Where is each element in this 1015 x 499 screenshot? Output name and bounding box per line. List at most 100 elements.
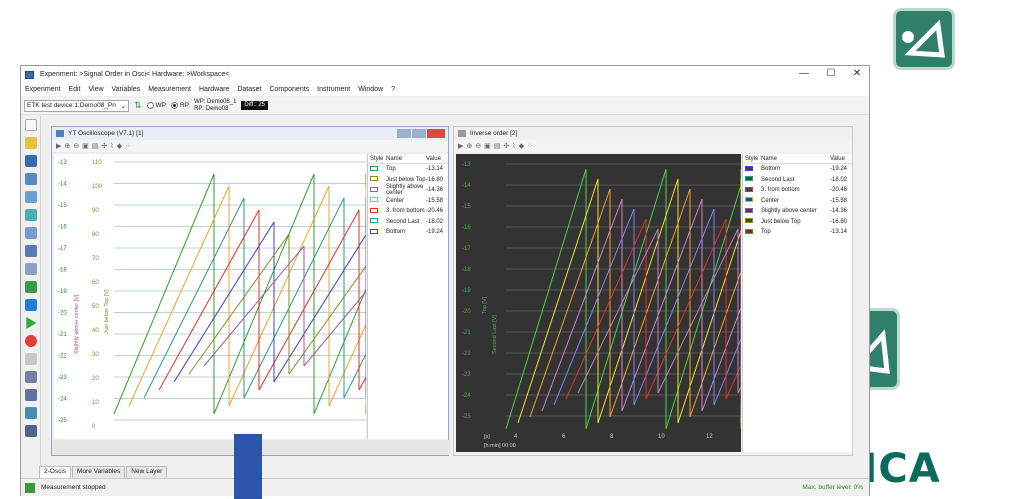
legend-name: Bottom — [386, 229, 406, 236]
tab-new-layer[interactable]: New Layer — [126, 466, 168, 478]
menu-instrument[interactable]: Instrument — [317, 86, 350, 93]
y-tick-label: 100 — [92, 184, 103, 190]
osci1-maximize-button[interactable] — [412, 129, 426, 138]
zoom-in-icon[interactable]: ⊕ — [466, 142, 472, 150]
menu-help[interactable]: ? — [391, 86, 395, 93]
osci2-toolbar: ▶ ⊕ ⊖ ▣ ▤ ✣ ⌇ ◆ ⁘ — [454, 140, 852, 152]
grid-icon[interactable]: ⁘ — [125, 142, 131, 150]
x-tick-label: 8 — [610, 434, 614, 440]
arrow-icon[interactable] — [24, 281, 37, 293]
save-icon[interactable]: ▤ — [92, 142, 99, 150]
close-button[interactable]: ✕ — [850, 68, 864, 79]
menu-experiment[interactable]: Experiment — [25, 86, 60, 93]
chart-icon[interactable]: ⌇ — [110, 142, 113, 150]
legend-name-header: Name — [761, 155, 778, 162]
legend-header: Style Name Value — [743, 154, 852, 164]
legend-row[interactable]: Just below Top -16.80 — [743, 217, 852, 228]
osci1-close-button[interactable] — [427, 129, 445, 138]
osci2-plot[interactable]: -13 -14 -15 -16 -17 -18 -19 -20 -21 -22 -23 -24 -25 T… — [456, 154, 741, 452]
chevron-down-icon: ⌄ — [120, 102, 126, 110]
legend-swatch — [368, 228, 386, 236]
menu-components[interactable]: Components — [269, 86, 309, 93]
tab-2-oscis[interactable]: 2-Oscis — [39, 466, 72, 478]
y-tick-label: -19 — [58, 289, 67, 295]
grid-icon[interactable]: ⁘ — [527, 142, 533, 150]
y-tick-label: -25 — [58, 418, 67, 424]
record-icon[interactable] — [24, 335, 37, 347]
monitor-icon[interactable] — [24, 425, 37, 437]
sync-arrows-icon[interactable]: ⇅ — [134, 100, 142, 111]
legend-value: -15.58 — [426, 197, 444, 204]
legend-row[interactable]: 3. from bottom -20.46 — [743, 185, 852, 196]
fit-icon[interactable]: ▣ — [484, 142, 491, 150]
play-icon[interactable]: ▶ — [56, 142, 61, 150]
rp-radio[interactable]: RP — [171, 102, 189, 109]
legend-row[interactable]: Center -15.58 — [368, 196, 448, 207]
open-icon[interactable] — [24, 137, 37, 149]
series-line — [288, 265, 366, 375]
zoom-out-icon[interactable]: ⊖ — [73, 142, 79, 150]
minimize-button[interactable]: — — [797, 68, 811, 79]
cursor-icon[interactable]: ✣ — [503, 142, 509, 150]
legend-value: -18.02 — [426, 218, 444, 225]
osci1-minimize-button[interactable] — [397, 129, 411, 138]
status-bar: Measurement stopped Max. buffer level: 0… — [21, 478, 869, 496]
cursor-icon[interactable]: ✣ — [101, 142, 107, 150]
workspace-icon[interactable] — [24, 173, 37, 185]
osci1-plot[interactable]: -13 -14 -15 -16 -17 -18 -19 -20 -21 -22 -23 -24 -25 1… — [54, 154, 366, 439]
save-icon[interactable]: ▤ — [494, 142, 501, 150]
osci1-title: YT Oscilloscope (V7.1) [1] — [68, 130, 144, 137]
menu-measurement[interactable]: Measurement — [148, 86, 191, 93]
legend-row[interactable]: Second Last -18.02 — [368, 217, 448, 228]
legend-row[interactable]: Bottom -19.24 — [743, 164, 852, 175]
maximize-button[interactable]: ☐ — [824, 68, 838, 79]
play-icon[interactable] — [26, 317, 37, 329]
tools-icon[interactable] — [24, 371, 37, 383]
new-icon[interactable] — [24, 119, 37, 131]
wp-radio[interactable]: WP — [146, 102, 166, 109]
rp-text: RP: Demo08 — [194, 105, 229, 112]
legend-row[interactable]: Top -13.14 — [743, 227, 852, 238]
settings-icon[interactable] — [24, 389, 37, 401]
page-info: WP: Demo08_1 RP: Demo08 — [194, 99, 236, 113]
pause-icon[interactable] — [24, 353, 37, 365]
dataset-icon[interactable] — [24, 245, 37, 257]
legend-swatch — [368, 197, 386, 204]
osci2-titlebar: Inverse order [2] — [454, 127, 852, 140]
variables-icon[interactable] — [24, 227, 37, 239]
display-icon[interactable] — [24, 299, 37, 311]
legend-row[interactable]: Center -15.58 — [743, 196, 852, 207]
legend-row[interactable]: 3. from bottom -20.46 — [368, 206, 448, 217]
search-icon[interactable] — [24, 407, 37, 419]
legend-row[interactable]: Top -13.14 — [368, 164, 448, 175]
color-icon[interactable]: ◆ — [117, 142, 122, 150]
legend-swatch — [743, 207, 761, 215]
fit-icon[interactable]: ▣ — [82, 142, 89, 150]
menu-variables[interactable]: Variables — [112, 86, 141, 93]
osci-icon — [458, 130, 466, 137]
calibrate-icon[interactable] — [24, 263, 37, 275]
legend-swatch — [368, 218, 386, 225]
legend-row[interactable]: Second Last -18.02 — [743, 175, 852, 186]
menu-dataset[interactable]: Dataset — [237, 86, 261, 93]
save-icon[interactable] — [24, 155, 37, 167]
menu-window[interactable]: Window — [358, 86, 383, 93]
legend-row[interactable]: Slightly above center -14.36 — [368, 184, 448, 196]
menu-hardware[interactable]: Hardware — [199, 86, 229, 93]
zoom-out-icon[interactable]: ⊖ — [475, 142, 481, 150]
menu-edit[interactable]: Edit — [68, 86, 80, 93]
tab-more-variables[interactable]: More Variables — [72, 466, 126, 478]
hardware-icon[interactable] — [24, 191, 37, 203]
legend-row[interactable]: Slightly above center -14.36 — [743, 206, 852, 217]
device-select-value: ETK test device:1:Demo08_Pn — [27, 101, 116, 109]
menu-view[interactable]: View — [88, 86, 103, 93]
series-line — [358, 377, 366, 391]
legend-row[interactable]: Bottom -19.24 — [368, 227, 448, 238]
config-icon[interactable] — [24, 209, 37, 221]
device-select[interactable]: ETK test device:1:Demo08_Pn ⌄ — [24, 99, 129, 112]
y-tick-label: -14 — [462, 183, 471, 189]
play-icon[interactable]: ▶ — [458, 142, 463, 150]
chart-icon[interactable]: ⌇ — [512, 142, 515, 150]
zoom-in-icon[interactable]: ⊕ — [64, 142, 70, 150]
color-icon[interactable]: ◆ — [519, 142, 524, 150]
